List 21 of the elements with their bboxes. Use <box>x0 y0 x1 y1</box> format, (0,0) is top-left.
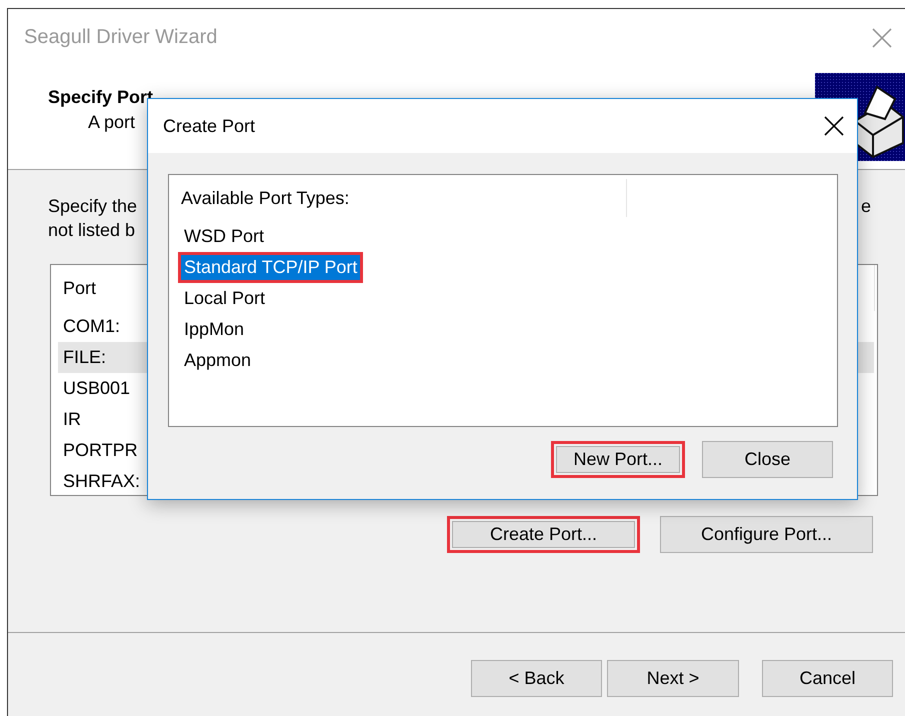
back-button[interactable]: < Back <box>471 660 602 697</box>
new-port-button[interactable]: New Port... <box>551 441 685 478</box>
dialog-title: Create Port <box>163 116 256 136</box>
port-type-item[interactable]: IppMon <box>178 314 250 345</box>
create-port-button[interactable]: Create Port... <box>447 516 640 553</box>
next-button[interactable]: Next > <box>607 660 739 697</box>
port-type-item[interactable]: Appmon <box>178 345 258 376</box>
instruction-text: e <box>860 196 871 216</box>
instruction-text: Specify the <box>48 195 138 218</box>
configure-port-button[interactable]: Configure Port... <box>660 516 873 553</box>
close-dialog-button[interactable]: Close <box>702 441 833 478</box>
window-title: Seagull Driver Wizard <box>24 26 218 49</box>
port-type-item[interactable]: WSD Port <box>178 221 270 252</box>
page-subtitle: A port <box>87 111 136 134</box>
instruction-text: not listed b <box>48 219 136 242</box>
column-header: Available Port Types: <box>169 179 627 217</box>
port-type-item[interactable]: Standard TCP/IP Port <box>178 252 364 283</box>
port-type-item[interactable]: Local Port <box>178 283 272 314</box>
close-icon <box>824 116 844 136</box>
close-icon <box>872 28 892 48</box>
cancel-button[interactable]: Cancel <box>762 660 893 697</box>
